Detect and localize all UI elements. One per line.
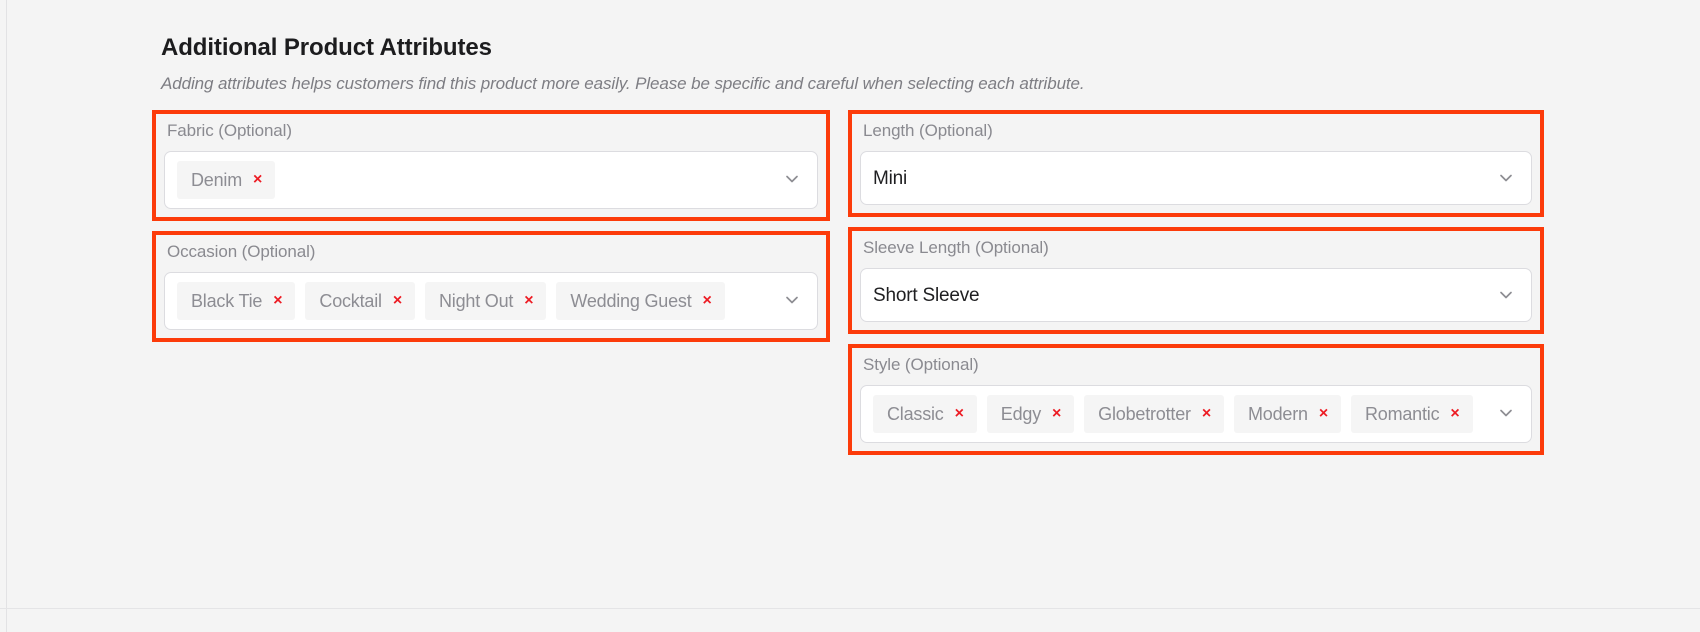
chip-remove-icon[interactable]: × bbox=[1450, 406, 1459, 422]
chip-romantic[interactable]: Romantic × bbox=[1350, 395, 1473, 433]
chip-remove-icon[interactable]: × bbox=[253, 172, 262, 188]
chevron-down-icon bbox=[783, 170, 801, 188]
chip-label: Globetrotter bbox=[1098, 403, 1191, 424]
chevron-down-icon bbox=[1497, 169, 1515, 187]
chip-globetrotter[interactable]: Globetrotter × bbox=[1084, 395, 1224, 433]
highlight-length: Length (Optional) Mini bbox=[848, 110, 1544, 217]
chevron-down-icon bbox=[1497, 404, 1515, 422]
chip-cocktail[interactable]: Cocktail × bbox=[305, 282, 415, 320]
length-select[interactable]: Mini bbox=[860, 151, 1532, 205]
chip-remove-icon[interactable]: × bbox=[1202, 406, 1211, 422]
attributes-column-left: Fabric (Optional) Denim × Occasion (Opti… bbox=[152, 110, 830, 352]
section-header: Additional Product Attributes Adding att… bbox=[161, 33, 1561, 96]
chip-night-out[interactable]: Night Out × bbox=[424, 282, 547, 320]
attributes-column-right: Length (Optional) Mini Sleeve Length (Op… bbox=[848, 110, 1544, 465]
chip-remove-icon[interactable]: × bbox=[703, 293, 712, 309]
field-label-length: Length (Optional) bbox=[863, 121, 993, 140]
highlight-occasion: Occasion (Optional) Black Tie × Cocktail… bbox=[152, 231, 830, 342]
chip-remove-icon[interactable]: × bbox=[524, 293, 533, 309]
attributes-page: Additional Product Attributes Adding att… bbox=[0, 0, 1700, 632]
chip-remove-icon[interactable]: × bbox=[1319, 406, 1328, 422]
chip-black-tie[interactable]: Black Tie × bbox=[177, 282, 296, 320]
field-label-sleeve-length: Sleeve Length (Optional) bbox=[863, 238, 1049, 257]
chip-label: Cocktail bbox=[319, 290, 382, 311]
sleeve-length-selected-value: Short Sleeve bbox=[873, 285, 980, 306]
occasion-multiselect[interactable]: Black Tie × Cocktail × Night Out × Weddi… bbox=[164, 272, 818, 330]
style-multiselect[interactable]: Classic × Edgy × Globetrotter × Modern ×… bbox=[860, 385, 1532, 443]
chevron-down-icon bbox=[783, 291, 801, 309]
chip-label: Edgy bbox=[1000, 403, 1041, 424]
chip-modern[interactable]: Modern × bbox=[1233, 395, 1341, 433]
highlight-fabric: Fabric (Optional) Denim × bbox=[152, 110, 830, 221]
fabric-multiselect[interactable]: Denim × bbox=[164, 151, 818, 209]
highlight-sleeve-length: Sleeve Length (Optional) Short Sleeve bbox=[848, 227, 1544, 334]
chip-label: Black Tie bbox=[191, 290, 263, 311]
chip-label: Denim bbox=[191, 169, 243, 190]
chevron-down-icon bbox=[1497, 286, 1515, 304]
page-title: Additional Product Attributes bbox=[161, 34, 492, 61]
chip-classic[interactable]: Classic × bbox=[873, 395, 977, 433]
chip-remove-icon[interactable]: × bbox=[1052, 406, 1061, 422]
page-subtitle: Adding attributes helps customers find t… bbox=[161, 74, 1085, 93]
field-label-fabric: Fabric (Optional) bbox=[167, 121, 292, 140]
chip-label: Romantic bbox=[1364, 403, 1440, 424]
sleeve-length-select[interactable]: Short Sleeve bbox=[860, 268, 1532, 322]
chip-wedding-guest[interactable]: Wedding Guest × bbox=[556, 282, 725, 320]
left-edge-rule bbox=[6, 0, 7, 632]
chip-denim[interactable]: Denim × bbox=[177, 161, 276, 199]
chip-label: Night Out bbox=[438, 290, 514, 311]
length-selected-value: Mini bbox=[873, 168, 908, 189]
highlight-style: Style (Optional) Classic × Edgy × Globet… bbox=[848, 344, 1544, 455]
bottom-divider bbox=[0, 608, 1700, 609]
chip-label: Modern bbox=[1247, 403, 1308, 424]
chip-remove-icon[interactable]: × bbox=[273, 293, 282, 309]
chip-edgy[interactable]: Edgy × bbox=[986, 395, 1075, 433]
chip-remove-icon[interactable]: × bbox=[393, 293, 402, 309]
chip-remove-icon[interactable]: × bbox=[955, 406, 964, 422]
chip-label: Classic bbox=[887, 403, 944, 424]
chip-label: Wedding Guest bbox=[570, 290, 692, 311]
field-label-occasion: Occasion (Optional) bbox=[167, 242, 316, 261]
field-label-style: Style (Optional) bbox=[863, 355, 979, 374]
